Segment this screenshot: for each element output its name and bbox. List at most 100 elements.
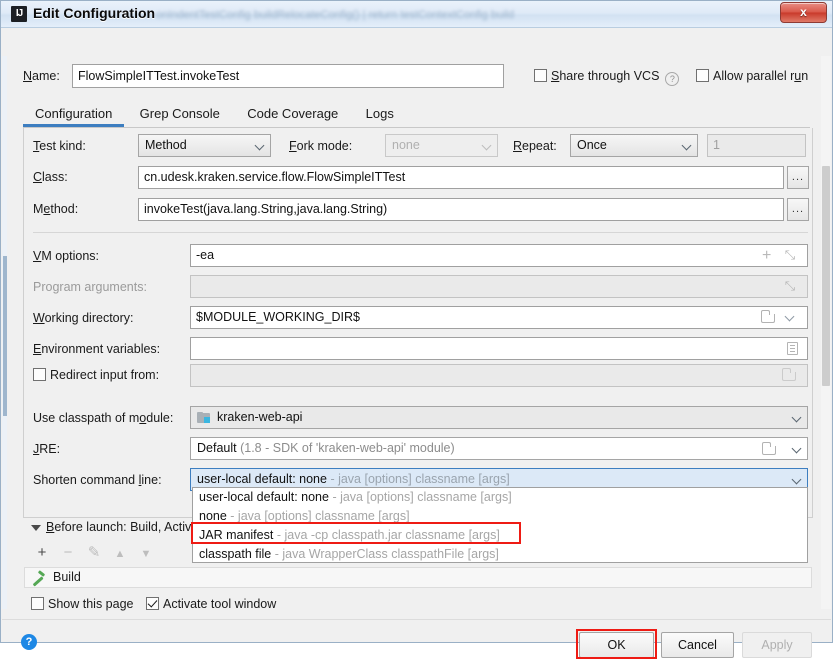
before-launch-remove-icon: − (63, 544, 73, 561)
fork-mode-combo: none (385, 134, 498, 157)
before-launch-task-build[interactable]: Build (24, 567, 812, 588)
before-launch-toolbar: + − ✎ ▲ ▼ (29, 543, 159, 563)
repeat-value: Once (577, 138, 607, 152)
dropdown-item-label: none (199, 509, 227, 523)
dropdown-item-label: classpath file (199, 547, 272, 561)
environment-variables-label: Environment variables: (33, 342, 161, 356)
activate-tool-window-checkbox[interactable]: Activate tool window (146, 597, 276, 611)
expand-editor-icon: ⤡ (784, 278, 796, 293)
dialog-scrollbar[interactable] (821, 56, 831, 609)
module-icon (197, 412, 211, 424)
folder-icon (781, 368, 796, 381)
use-classpath-module-combo[interactable]: kraken-web-api (190, 406, 808, 429)
share-vcs-checkbox-box[interactable] (534, 69, 547, 82)
working-directory-input[interactable]: $MODULE_WORKING_DIR$ (190, 306, 808, 329)
dropdown-item-classpath-file[interactable]: classpath file - java WrapperClass class… (193, 545, 807, 564)
before-launch-edit-icon: ✎ (87, 544, 101, 561)
section-divider-2 (33, 394, 808, 395)
shorten-command-line-value: user-local default: none (197, 472, 327, 486)
edit-configuration-dialog: IJ Edit Configuration onIndentTestConfig… (0, 0, 833, 659)
dialog-body: Name: FlowSimpleITTest.invokeTest Share … (1, 28, 832, 659)
folder-icon[interactable] (760, 310, 775, 323)
show-this-page-label: Show this page (48, 597, 134, 611)
method-input[interactable]: invokeTest(java.lang.String,java.lang.St… (138, 198, 784, 221)
section-divider-1 (33, 232, 808, 233)
redirect-input-checkbox[interactable]: Redirect input from: (33, 368, 159, 382)
tab-configuration[interactable]: Configuration (23, 100, 125, 127)
window-titlebar: IJ Edit Configuration onIndentTestConfig… (1, 1, 832, 28)
dropdown-item-label: JAR manifest (199, 528, 274, 542)
vm-options-label: VM options: (33, 249, 100, 263)
tab-logs[interactable]: Logs (354, 100, 406, 127)
before-launch-add-icon[interactable]: + (29, 544, 55, 561)
redirect-input-checkbox-box[interactable] (33, 368, 46, 381)
program-arguments-label: Program arguments: (33, 280, 147, 294)
dropdown-item-none[interactable]: none - java [options] classname [args] (193, 507, 807, 526)
jre-value: Default (197, 441, 237, 455)
class-browse-button[interactable]: ... (787, 166, 809, 189)
show-this-page-checkbox[interactable]: Show this page (31, 597, 133, 611)
fork-mode-label: Fork mode: (289, 139, 353, 153)
folder-icon[interactable] (761, 442, 776, 455)
ok-button[interactable]: OK (579, 632, 654, 658)
dialog-scrollbar-thumb[interactable] (822, 166, 830, 386)
redirect-input-label: Redirect input from: (50, 368, 160, 382)
test-kind-combo[interactable]: Method (138, 134, 271, 157)
add-macro-icon[interactable]: + (762, 248, 771, 264)
share-through-vcs-checkbox[interactable]: Share through VCS? (534, 69, 680, 86)
shorten-command-line-dropdown[interactable]: user-local default: none - java [options… (192, 487, 808, 563)
vm-options-input[interactable]: -ea (190, 244, 808, 267)
test-kind-value: Method (145, 138, 187, 152)
environment-variables-input[interactable] (190, 337, 808, 360)
chevron-down-icon (481, 140, 492, 150)
jre-combo[interactable]: Default (1.8 - SDK of 'kraken-web-api' m… (190, 437, 808, 460)
cancel-button[interactable]: Cancel (661, 632, 734, 658)
show-this-page-checkbox-box[interactable] (31, 597, 44, 610)
chevron-down-icon (791, 412, 802, 422)
class-input[interactable]: cn.udesk.kraken.service.flow.FlowSimpleI… (138, 166, 784, 189)
shorten-command-line-label: Shorten command line: (33, 473, 162, 487)
jre-label: JRE: (33, 442, 61, 456)
background-window-ghost-text: onIndentTestConfig buildRelocateConfig()… (156, 9, 515, 21)
method-label: Method: (33, 202, 79, 216)
dropdown-item-user-local-default[interactable]: user-local default: none - java [options… (193, 488, 807, 507)
tab-code-coverage[interactable]: Code Coverage (235, 100, 350, 127)
name-input[interactable]: FlowSimpleITTest.invokeTest (72, 64, 504, 88)
program-arguments-input (190, 275, 808, 298)
expand-editor-icon[interactable]: ⤡ (784, 248, 796, 261)
apply-button: Apply (742, 632, 812, 658)
dropdown-item-hint: - java -cp classpath.jar classname [args… (276, 528, 500, 542)
close-icon[interactable]: x (780, 2, 827, 23)
allow-parallel-run-checkbox[interactable]: Allow parallel run (696, 69, 808, 83)
allow-parallel-checkbox-box[interactable] (696, 69, 709, 82)
redirect-input-path-input (190, 364, 808, 387)
shorten-command-line-value-hint: - java [options] classname [args] (330, 472, 510, 486)
before-launch-task-label: Build (53, 570, 81, 584)
chevron-down-icon (791, 474, 802, 484)
dropdown-item-hint: - java [options] classname [args] (332, 490, 512, 504)
class-label: Class: (33, 170, 68, 184)
before-launch-collapse-icon[interactable] (31, 525, 41, 531)
intellij-app-icon: IJ (11, 6, 27, 22)
chevron-down-icon (254, 140, 265, 150)
chevron-down-icon (681, 140, 692, 150)
activate-tool-window-label: Activate tool window (163, 597, 277, 611)
activate-tool-window-checkbox-box[interactable] (146, 597, 159, 610)
window-title: Edit Configuration (33, 5, 156, 21)
method-browse-button[interactable]: ... (787, 198, 809, 221)
share-vcs-help-icon[interactable]: ? (665, 72, 680, 86)
dropdown-item-hint: - java [options] classname [args] (230, 509, 410, 523)
footer-separator (2, 619, 831, 620)
name-label: Name: (23, 69, 60, 83)
background-scrollbar-thumb (3, 256, 7, 416)
repeat-label: Repeat: (513, 139, 557, 153)
share-vcs-label: Share through VCS (551, 69, 660, 83)
environment-variables-editor-icon[interactable] (787, 342, 798, 355)
working-directory-label: Working directory: (33, 311, 134, 325)
configuration-panel: Test kind: Method Fork mode: none Repeat… (23, 128, 813, 518)
repeat-combo[interactable]: Once (570, 134, 698, 157)
tab-grep-console[interactable]: Grep Console (128, 100, 232, 127)
help-icon[interactable]: ? (21, 634, 37, 650)
before-launch-move-down-icon: ▼ (140, 548, 152, 560)
dropdown-item-jar-manifest[interactable]: JAR manifest - java -cp classpath.jar cl… (193, 526, 807, 545)
